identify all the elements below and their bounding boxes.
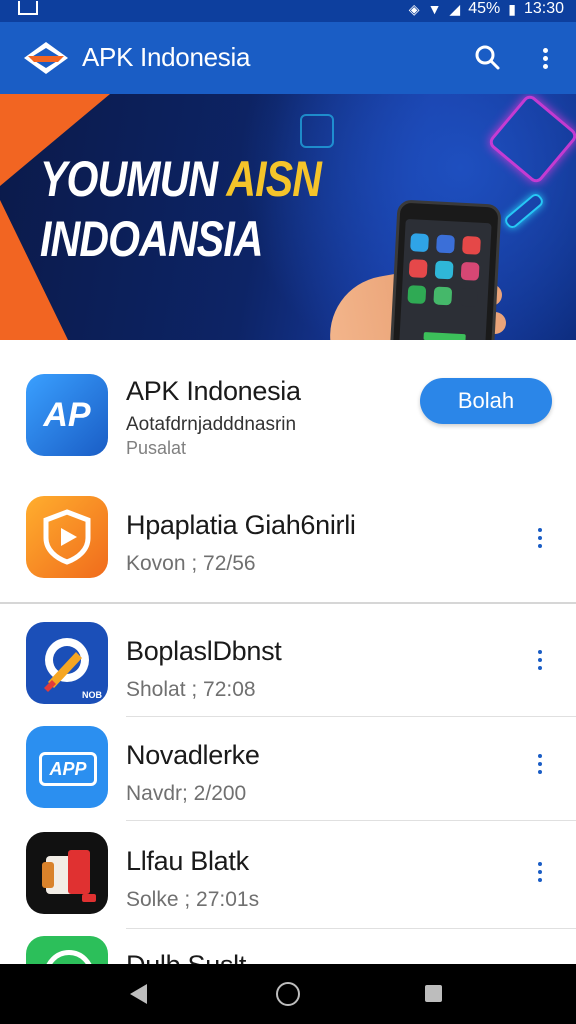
app-subtitle: Kovon ; 72/56 <box>126 552 256 575</box>
app-overflow-button[interactable] <box>530 524 550 554</box>
vibrate-icon: ◈ <box>408 0 420 17</box>
search-icon <box>475 45 500 70</box>
battery-icon: ▮ <box>508 0 516 17</box>
app-logo-icon <box>24 42 68 74</box>
banner-title: YOUMUN AISN INDOANSIA <box>40 149 322 269</box>
recent-apps-icon[interactable] <box>425 985 442 1002</box>
icon-tag: NOB <box>82 690 102 700</box>
app-title: APK Indonesia <box>82 42 251 72</box>
overflow-menu-button[interactable] <box>532 40 560 76</box>
phone-illustration: ◀●■ <box>386 199 502 340</box>
app-row[interactable]: Llfau Blatk Solke ; 27:01s <box>0 820 576 928</box>
neon-decor <box>300 114 334 148</box>
app-overflow-button[interactable] <box>530 858 550 888</box>
app-row[interactable]: Hpaplatia Giah6nirli Kovon ; 72/56 <box>0 480 576 602</box>
signal-icon: ◢ <box>449 0 461 17</box>
featured-app-title: APK Indonesia <box>126 376 301 406</box>
icon-letters: AP <box>43 395 91 434</box>
app-bar: APK Indonesia <box>0 22 576 94</box>
featured-app-description: Aotafdrnjadddnasrin <box>126 414 297 435</box>
app-overflow-button[interactable] <box>530 646 550 676</box>
apk-badge-icon: APP <box>26 726 108 808</box>
back-icon[interactable] <box>130 984 147 1004</box>
paint-bucket-icon <box>26 832 108 914</box>
app-subtitle: Sholat ; 72:08 <box>126 678 256 701</box>
app-row[interactable]: NOB BoplaslDbnst Sholat ; 72:08 <box>0 604 576 716</box>
app-subtitle: Solke ; 27:01s <box>126 888 260 911</box>
app-row[interactable]: Dulb Suslt <box>0 928 576 964</box>
app-title: Hpaplatia Giah6nirli <box>126 510 356 540</box>
shield-play-icon <box>26 496 108 578</box>
app-row[interactable]: APP Novadlerke Navdr; 2/200 <box>0 716 576 820</box>
compass-brush-icon: NOB <box>26 622 108 704</box>
app-title: BoplaslDbnst <box>126 636 282 666</box>
home-icon[interactable] <box>276 982 300 1006</box>
featured-action-button[interactable]: Bolah <box>420 378 552 424</box>
app-overflow-button[interactable] <box>530 750 550 780</box>
neon-decor <box>486 94 576 186</box>
banner-line1-highlight: AISN <box>226 151 322 207</box>
apk-indonesia-icon: AP <box>26 374 108 456</box>
system-nav-bar <box>0 964 576 1024</box>
icon-letters: APP <box>39 752 97 786</box>
wifi-icon: ▼ <box>427 1 442 17</box>
notification-icon <box>18 1 38 15</box>
banner-line2: INDOANSIA <box>40 211 264 267</box>
app-list: AP APK Indonesia Aotafdrnjadddnasrin Pus… <box>0 340 576 964</box>
clock: 13:30 <box>523 0 564 17</box>
status-bar: ◈ ▼ ◢ 45% ▮ 13:30 <box>0 0 576 22</box>
green-circle-icon <box>26 936 108 964</box>
promo-banner[interactable]: YOUMUN AISN INDOANSIA ◀●■ <box>0 94 576 340</box>
neon-decor <box>502 191 546 231</box>
app-title: Llfau Blatk <box>126 846 249 876</box>
featured-app-row[interactable]: AP APK Indonesia Aotafdrnjadddnasrin Pus… <box>0 340 576 480</box>
banner-line1: YOUMUN <box>40 151 227 207</box>
app-title: Dulb Suslt <box>126 950 246 964</box>
search-button[interactable] <box>470 40 506 76</box>
featured-app-category: Pusalat <box>126 438 187 458</box>
app-subtitle: Navdr; 2/200 <box>126 782 247 805</box>
battery-level: 45% <box>468 0 501 17</box>
app-title: Novadlerke <box>126 740 260 770</box>
phone-screen: ◀●■ <box>397 218 492 340</box>
